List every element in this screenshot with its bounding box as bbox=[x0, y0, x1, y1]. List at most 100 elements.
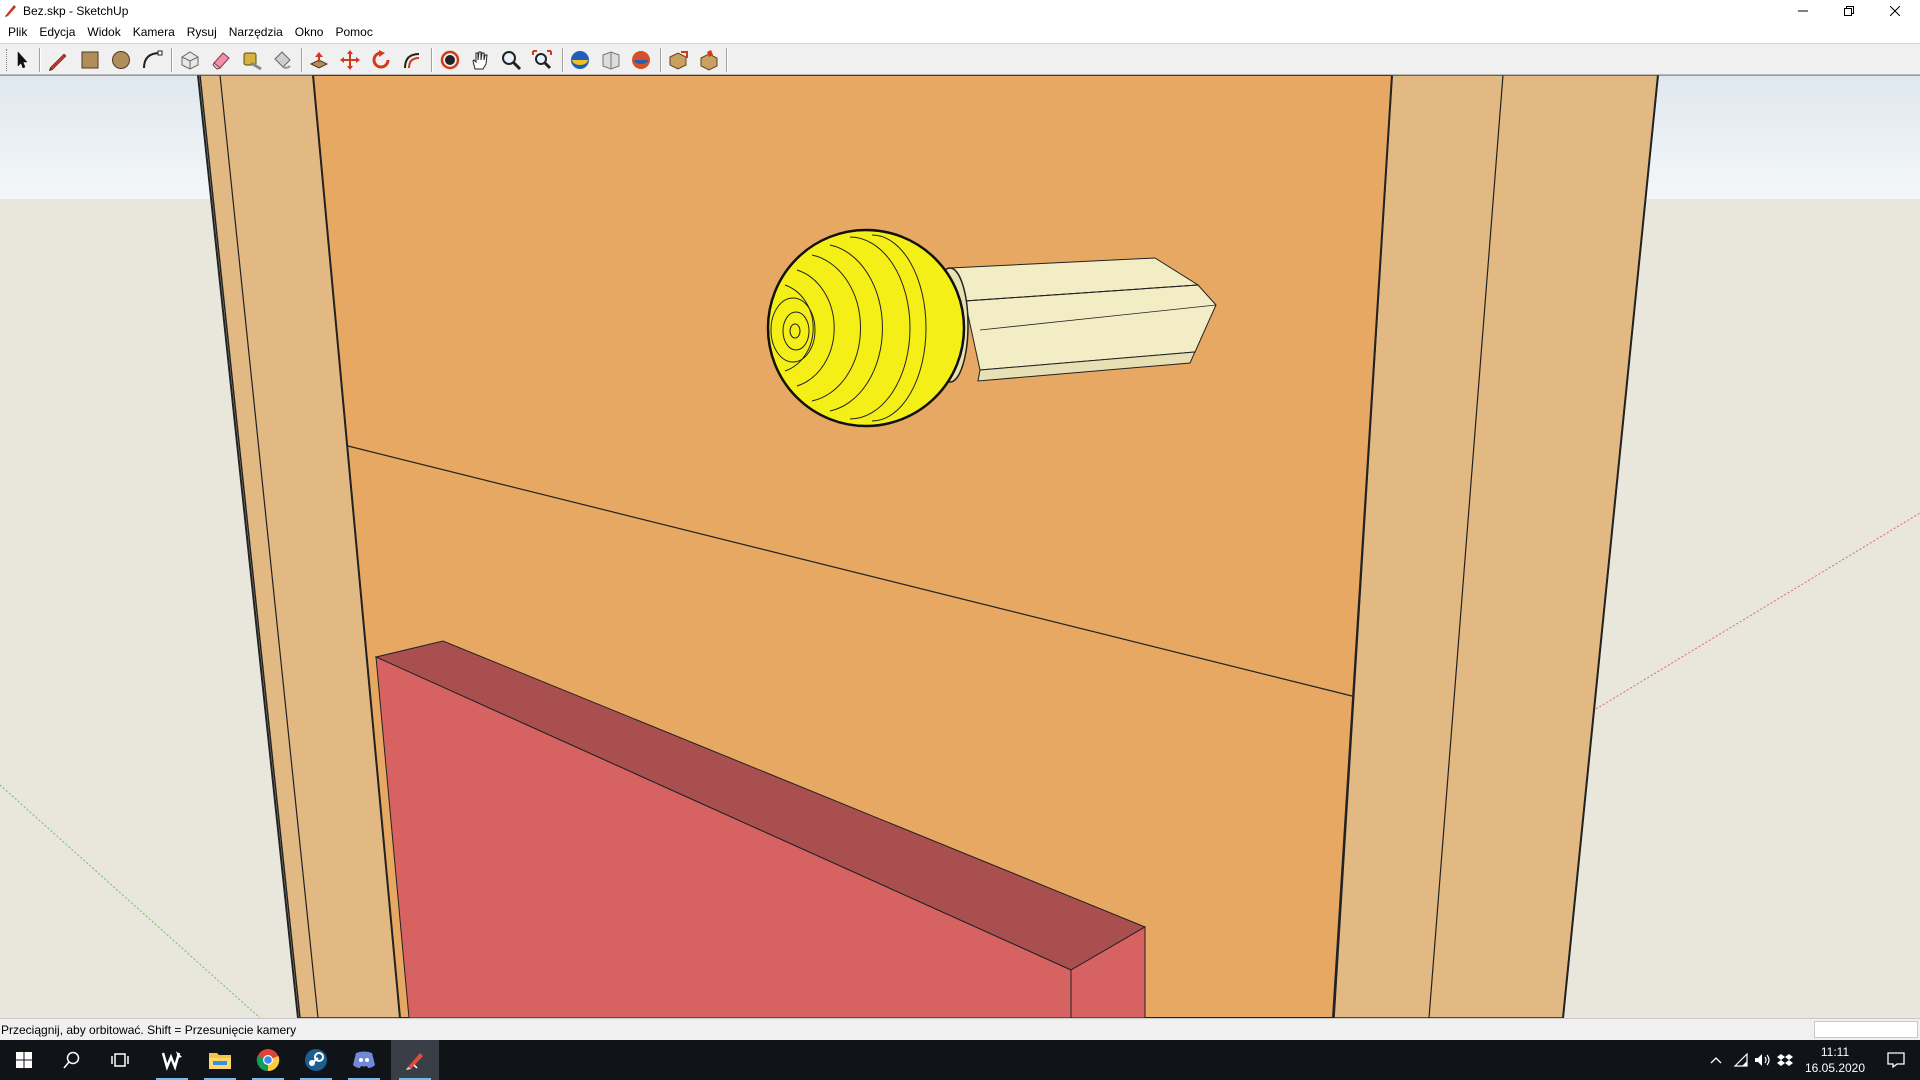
taskbar-wacom[interactable] bbox=[148, 1040, 196, 1080]
start-button[interactable] bbox=[0, 1040, 48, 1080]
menu-file[interactable]: Plik bbox=[2, 22, 33, 42]
taskbar-steam[interactable] bbox=[292, 1040, 340, 1080]
toolbar-separator bbox=[660, 48, 662, 72]
make-component-icon bbox=[181, 51, 199, 70]
minimize-icon bbox=[1798, 10, 1808, 12]
circle-tool-button[interactable] bbox=[107, 47, 135, 73]
close-icon bbox=[1890, 6, 1900, 16]
extension-warehouse-button[interactable] bbox=[627, 47, 655, 73]
windows-taskbar: 11:11 16.05.2020 bbox=[0, 1040, 1920, 1080]
menu-view[interactable]: Widok bbox=[81, 22, 126, 42]
zoom-tool-button[interactable] bbox=[497, 47, 525, 73]
menu-tools[interactable]: Narzędzia bbox=[223, 22, 289, 42]
notification-icon bbox=[1887, 1052, 1905, 1068]
zoom-extents-button[interactable] bbox=[528, 47, 556, 73]
select-tool-icon bbox=[17, 51, 28, 69]
title-bar: Bez.skp - SketchUp bbox=[0, 0, 1920, 22]
toolbar-separator bbox=[171, 48, 173, 72]
layout-send-icon bbox=[669, 51, 688, 70]
pan-tool-icon bbox=[472, 51, 488, 70]
menu-bar: Plik Edycja Widok Kamera Rysuj Narzędzia… bbox=[0, 22, 1920, 42]
tape-measure-tool-button[interactable] bbox=[238, 47, 266, 73]
model-viewport[interactable] bbox=[0, 75, 1920, 1018]
taskbar-sketchup[interactable] bbox=[391, 1040, 439, 1080]
line-tool-icon bbox=[49, 53, 67, 71]
menu-draw[interactable]: Rysuj bbox=[181, 22, 223, 42]
clock-date: 16.05.2020 bbox=[1804, 1061, 1866, 1075]
move-tool-button[interactable] bbox=[336, 47, 364, 73]
menu-camera[interactable]: Kamera bbox=[127, 22, 181, 42]
getting-started-toolbar bbox=[0, 43, 1920, 75]
orbit-tool-icon bbox=[440, 50, 460, 70]
orbit-tool-button[interactable] bbox=[436, 47, 464, 73]
push-pull-tool-icon bbox=[309, 52, 329, 69]
toolbar-separator bbox=[726, 48, 728, 72]
menu-edit[interactable]: Edycja bbox=[33, 22, 81, 42]
push-pull-tool-button[interactable] bbox=[305, 47, 333, 73]
sketchup-app-icon bbox=[5, 5, 16, 17]
speaker-icon bbox=[1755, 1054, 1770, 1066]
search-icon bbox=[63, 1051, 80, 1069]
tray-network[interactable] bbox=[1730, 1040, 1752, 1080]
paint-bucket-tool-icon bbox=[274, 51, 291, 69]
menu-help[interactable]: Pomoc bbox=[329, 22, 378, 42]
zoom-tool-icon bbox=[502, 51, 522, 71]
restore-button[interactable] bbox=[1826, 0, 1872, 22]
share-model-icon bbox=[602, 51, 620, 70]
tray-volume[interactable] bbox=[1752, 1040, 1774, 1080]
wacom-icon bbox=[161, 1051, 182, 1071]
3d-warehouse-icon bbox=[571, 51, 589, 69]
layout-send-button[interactable] bbox=[664, 47, 692, 73]
search-button[interactable] bbox=[48, 1040, 96, 1080]
discord-icon bbox=[353, 1051, 375, 1068]
restore-icon bbox=[1844, 6, 1854, 16]
minimize-button[interactable] bbox=[1780, 0, 1826, 22]
zoom-extents-icon bbox=[532, 50, 552, 70]
status-text: Przeciągnij, aby orbitować. Shift = Prze… bbox=[1, 1023, 297, 1037]
eraser-tool-icon bbox=[212, 52, 230, 70]
arc-tool-button[interactable] bbox=[138, 47, 166, 73]
rotate-tool-button[interactable] bbox=[367, 47, 395, 73]
dropbox-icon bbox=[1777, 1054, 1793, 1066]
paint-bucket-tool-button[interactable] bbox=[268, 47, 296, 73]
steam-icon bbox=[305, 1049, 327, 1071]
pan-tool-button[interactable] bbox=[466, 47, 494, 73]
sketchup-icon bbox=[406, 1053, 423, 1070]
eraser-tool-button[interactable] bbox=[207, 47, 235, 73]
menu-window[interactable]: Okno bbox=[289, 22, 330, 42]
windows-start-icon bbox=[16, 1052, 32, 1068]
chrome-icon bbox=[256, 1049, 280, 1072]
tray-dropbox[interactable] bbox=[1774, 1040, 1796, 1080]
toolbar-separator bbox=[431, 48, 433, 72]
rectangle-tool-icon bbox=[81, 51, 99, 69]
offset-tool-icon bbox=[404, 53, 420, 69]
extension-manager-button[interactable] bbox=[695, 47, 723, 73]
extension-warehouse-icon bbox=[632, 51, 650, 69]
measurements-box[interactable] bbox=[1814, 1021, 1918, 1038]
status-bar: Przeciągnij, aby orbitować. Shift = Prze… bbox=[0, 1018, 1920, 1040]
make-component-button[interactable] bbox=[176, 47, 204, 73]
task-view-icon bbox=[111, 1053, 129, 1067]
taskbar-clock[interactable]: 11:11 16.05.2020 bbox=[1795, 1044, 1875, 1076]
3d-warehouse-button[interactable] bbox=[566, 47, 594, 73]
action-center-button[interactable] bbox=[1872, 1040, 1920, 1080]
wifi-icon bbox=[1733, 1053, 1748, 1067]
close-button[interactable] bbox=[1872, 0, 1918, 22]
extension-manager-icon bbox=[700, 50, 718, 71]
taskbar-chrome[interactable] bbox=[244, 1040, 292, 1080]
taskbar-file-explorer[interactable] bbox=[196, 1040, 244, 1080]
move-tool-icon bbox=[340, 50, 360, 70]
tape-measure-tool-icon bbox=[243, 52, 262, 71]
share-model-button[interactable] bbox=[597, 47, 625, 73]
chevron-up-icon bbox=[1710, 1057, 1722, 1064]
task-view-button[interactable] bbox=[96, 1040, 144, 1080]
line-tool-button[interactable] bbox=[44, 47, 72, 73]
rotate-tool-icon bbox=[372, 50, 390, 69]
taskbar-discord[interactable] bbox=[340, 1040, 388, 1080]
select-tool-button[interactable] bbox=[8, 47, 36, 73]
tray-overflow-button[interactable] bbox=[1702, 1040, 1730, 1080]
rectangle-tool-button[interactable] bbox=[76, 47, 104, 73]
clock-time: 11:11 bbox=[1820, 1045, 1850, 1059]
offset-tool-button[interactable] bbox=[398, 47, 426, 73]
file-explorer-icon bbox=[209, 1053, 231, 1069]
